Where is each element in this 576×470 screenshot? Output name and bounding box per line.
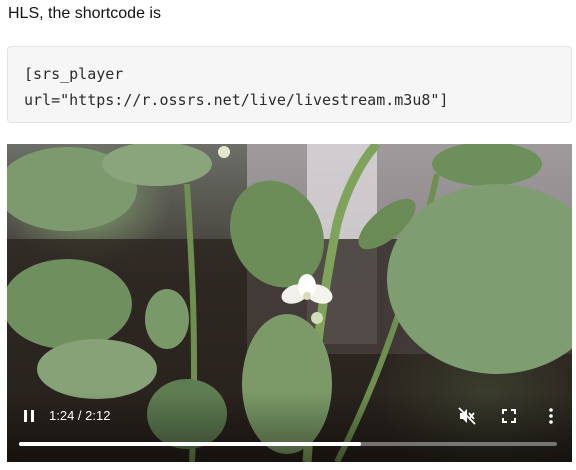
time-display: 1:24 / 2:12	[49, 408, 111, 423]
volume-muted-icon[interactable]	[457, 406, 477, 426]
intro-text: HLS, the shortcode is	[8, 5, 161, 22]
progress-bar[interactable]	[19, 442, 557, 446]
code-line-2: url="https://r.ossrs.net/live/livestream…	[24, 91, 449, 109]
video-controls: 1:24 / 2:12	[7, 392, 572, 462]
fullscreen-icon[interactable]	[499, 406, 519, 426]
video-player[interactable]: 1:24 / 2:12	[7, 144, 572, 462]
progress-fill	[19, 442, 362, 446]
pause-icon[interactable]	[19, 406, 39, 426]
code-line-1: [srs_player	[24, 65, 124, 83]
shortcode-block: [srs_player url="https://r.ossrs.net/liv…	[7, 46, 572, 123]
more-vertical-icon[interactable]	[541, 406, 561, 426]
